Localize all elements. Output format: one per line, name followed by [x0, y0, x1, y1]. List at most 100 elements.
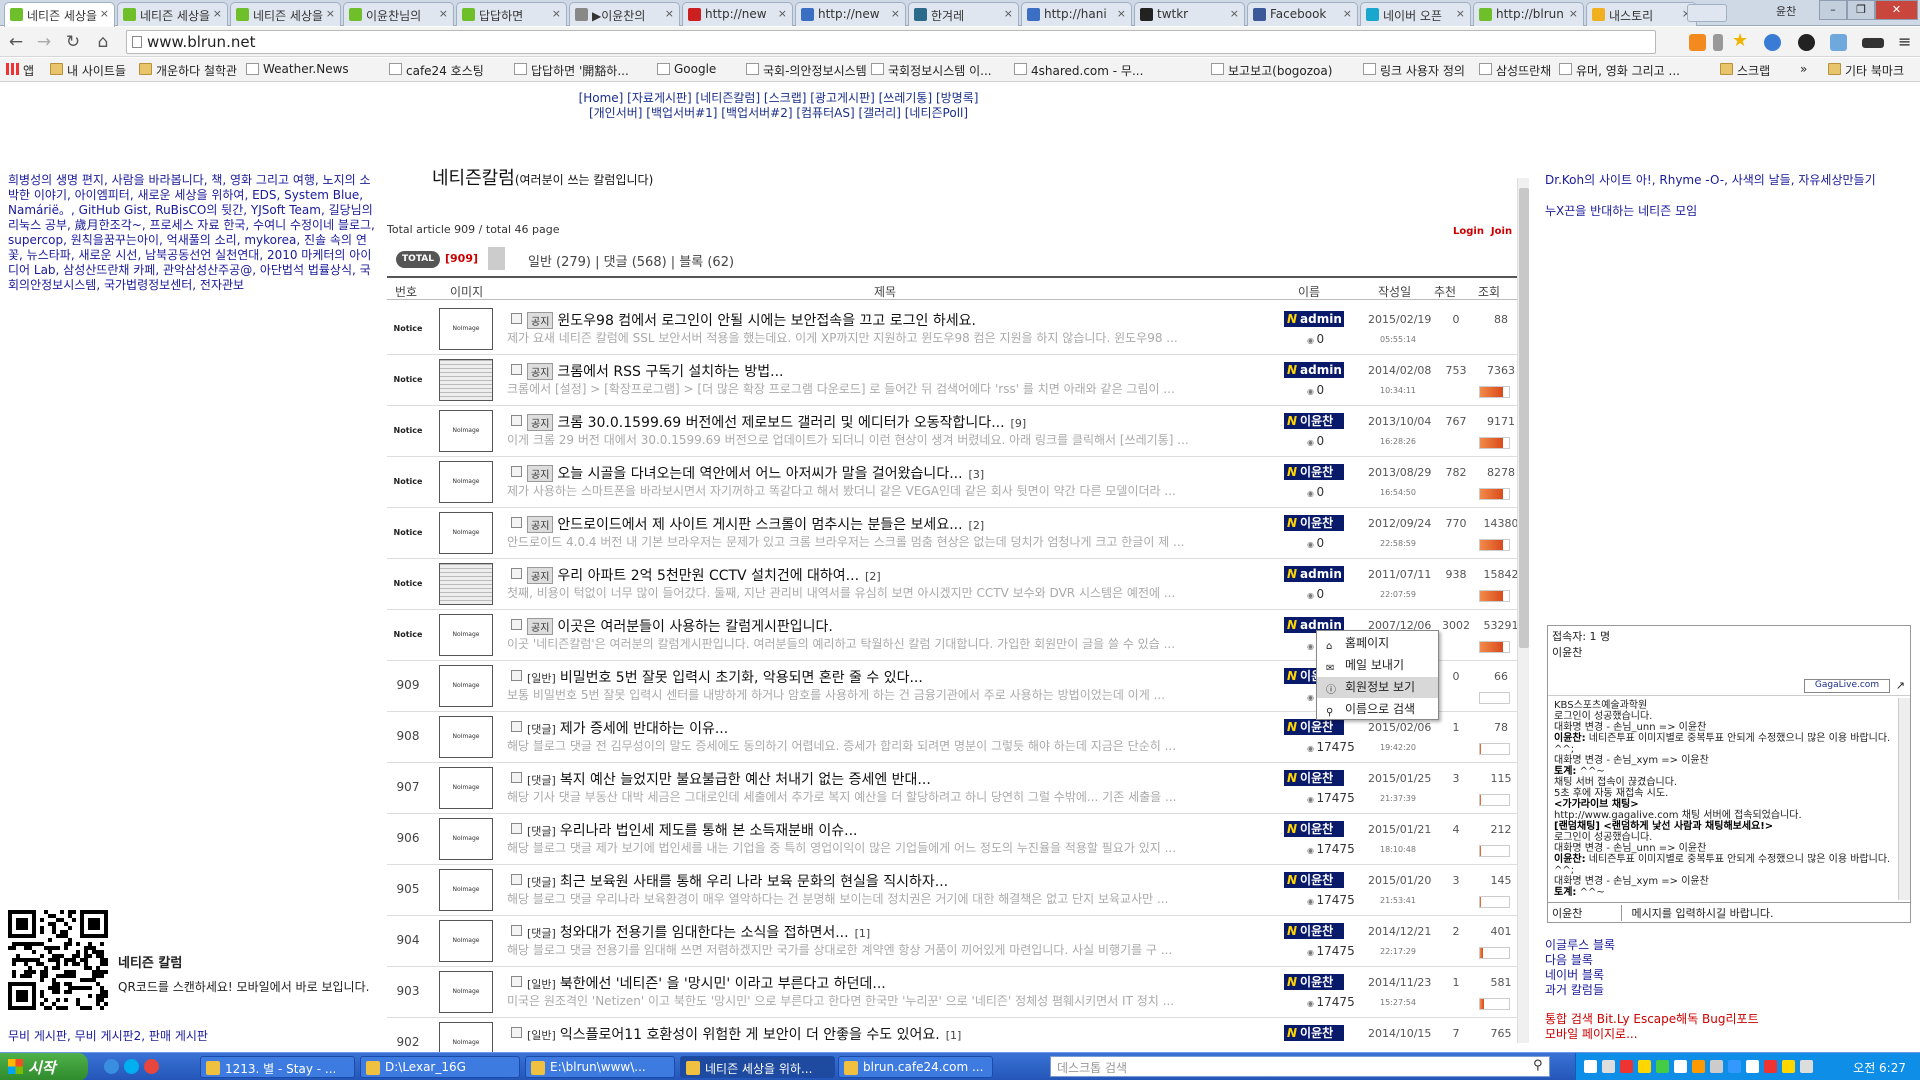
profile-name[interactable]: 윤찬 — [1776, 3, 1796, 19]
tab-close-icon[interactable]: × — [1230, 7, 1239, 20]
row-thumbnail[interactable]: NoImage — [439, 461, 493, 503]
row-author[interactable]: N이윤찬 — [1284, 515, 1344, 531]
row-title[interactable]: 오늘 시골을 다녀오는데 역안에서 어느 아저씨가 말을 걸어왔습니다... — [557, 466, 962, 482]
row-thumbnail[interactable]: NoImage — [439, 410, 493, 452]
row-thumbnail[interactable]: NoImage — [439, 920, 493, 962]
reload-icon[interactable]: ↻ — [62, 31, 84, 53]
row-checkbox[interactable] — [511, 517, 522, 528]
extension-icon[interactable] — [1862, 38, 1884, 48]
bookmark-item[interactable]: 국회-의안정보시스템 — [746, 62, 867, 79]
tab-close-icon[interactable]: × — [1456, 7, 1465, 20]
row-subject[interactable]: 공지 이곳은 여러분들이 사용하는 칼럼게시판입니다. — [527, 616, 833, 636]
table-row[interactable]: 903 NoImage [일반] 북한에선 '네티즌' 을 '망시민' 이라고 부른다… — [387, 967, 1517, 1018]
bookmark-item[interactable]: 삼성뜨란채 — [1479, 62, 1551, 79]
browser-tab[interactable]: 네티즌 세상을 × — [4, 2, 115, 27]
row-thumbnail[interactable]: NoImage — [439, 614, 493, 656]
tab-close-icon[interactable]: × — [439, 7, 448, 20]
tab-close-icon[interactable]: × — [326, 7, 335, 20]
row-author[interactable]: N이윤찬 — [1284, 821, 1344, 837]
bookmark-item[interactable]: » — [1800, 62, 1807, 76]
row-comment-count[interactable]: [1] — [946, 1029, 962, 1042]
table-row[interactable]: Notice NoImage 공지 윈도우98 컴에서 로그인이 안될 시에는 보안접… — [387, 304, 1517, 355]
row-author[interactable]: N이윤찬 — [1284, 719, 1344, 735]
taskbar-item[interactable]: 네티즌 세상을 위하... — [680, 1056, 835, 1078]
row-comment-count[interactable]: [2] — [865, 570, 881, 583]
popout-icon[interactable]: ↗ — [1896, 679, 1905, 692]
row-checkbox[interactable] — [511, 976, 522, 987]
browser-tab[interactable]: http://new × — [795, 2, 906, 26]
row-checkbox[interactable] — [511, 823, 522, 834]
bookmark-item[interactable]: 기타 북마크 — [1828, 62, 1904, 79]
right-links-1[interactable]: Dr.Koh의 사이트 아!, Rhyme -O-, 사색의 날들, 자유세상만… — [1545, 173, 1915, 188]
rss-icon[interactable] — [1689, 34, 1706, 51]
taskbar-item[interactable]: D:\Lexar_16G — [360, 1056, 520, 1078]
row-checkbox[interactable] — [511, 466, 522, 477]
row-thumbnail[interactable] — [439, 359, 493, 401]
back-icon[interactable]: ← — [5, 31, 27, 53]
bookmark-item[interactable]: cafe24 호스팅 — [389, 62, 484, 79]
right-blog-link[interactable]: 다음 블록 — [1545, 953, 1615, 968]
bookmark-item[interactable]: Weather.News — [246, 62, 349, 76]
tray-icon[interactable] — [1764, 1060, 1777, 1073]
tab-close-icon[interactable]: × — [1004, 7, 1013, 20]
row-checkbox[interactable] — [511, 313, 522, 324]
row-author[interactable]: N이윤찬 — [1284, 1025, 1344, 1041]
right-blog-link[interactable]: 이글루스 블록 — [1545, 938, 1615, 953]
table-row[interactable]: Notice NoImage 공지 오늘 시골을 다녀오는데 역안에서 어느 아저씨가… — [387, 457, 1517, 508]
right-search-links[interactable]: 통합 검색 Bit.Ly Escape해독 Bug리포트 모바일 페이지로... — [1545, 1012, 1759, 1042]
row-subject[interactable]: [일반] 북한에선 '네티즌' 을 '망시민' 이라고 부른다고 하던데... — [527, 973, 886, 993]
bookmark-item[interactable]: 앱 — [6, 62, 34, 79]
row-checkbox[interactable] — [511, 721, 522, 732]
chat-input-field[interactable]: 메시지를 입력하시길 바랍니다. — [1626, 907, 1774, 920]
row-subject[interactable]: [댓글] 청와대가 전용기를 임대한다는 소식을 접하면서... [1] — [527, 922, 870, 942]
minimize-button[interactable]: – — [1819, 0, 1847, 20]
right-link-list[interactable]: Dr.Koh의 사이트 아!, Rhyme -O-, 사색의 날들, 자유세상만… — [1545, 173, 1915, 219]
row-title[interactable]: 윈도우98 컴에서 로그인이 안될 시에는 보안접속을 끄고 로그인 하세요. — [557, 313, 976, 329]
top-nav-line-1[interactable]: [Home] [자료게시판] [네티즌칼럼] [스크랩] [광고게시판] [쓰레… — [0, 91, 1557, 106]
row-thumbnail[interactable]: NoImage — [439, 665, 493, 707]
browser-tab[interactable]: Facebook × — [1247, 2, 1358, 26]
tray-icon[interactable] — [1710, 1060, 1723, 1073]
tab-close-icon[interactable]: × — [100, 7, 109, 20]
tray-icon[interactable] — [1800, 1060, 1813, 1073]
row-title[interactable]: 복지 예산 늘었지만 불요불급한 예산 처내기 없는 증세엔 반대... — [560, 772, 931, 788]
row-comment-count[interactable]: [3] — [969, 468, 985, 481]
row-checkbox[interactable] — [511, 925, 522, 936]
forward-icon[interactable]: → — [33, 31, 55, 53]
row-title[interactable]: 익스플로어11 호환성이 위험한 게 보안이 더 안좋을 수도 있어요. — [560, 1027, 940, 1043]
context-menu-item[interactable]: ⚲ 이름으로 검색 — [1317, 699, 1438, 720]
chat-scrollbar[interactable] — [1898, 698, 1910, 900]
table-row[interactable]: 904 NoImage [댓글] 청와대가 전용기를 임대한다는 소식을 접하면서..… — [387, 916, 1517, 967]
right-search-link[interactable]: 모바일 페이지로... — [1545, 1027, 1759, 1042]
row-author[interactable]: Nadmin — [1284, 362, 1344, 378]
browser-tab[interactable]: http://blrun × — [1473, 2, 1584, 26]
left-link-list[interactable]: 희병성의 생명 편지, 사람을 바라봅니다, 책, 영화 그리고 여행, 노지의… — [8, 173, 378, 293]
row-subject[interactable]: [댓글] 최근 보육원 사태를 통해 우리 나라 보육 문화의 현실을 직시하자.… — [527, 871, 948, 891]
bookmark-item[interactable]: 내 사이트들 — [50, 62, 126, 79]
join-link[interactable]: Join — [1491, 226, 1512, 237]
right-blog-link[interactable]: 과거 칼럼들 — [1545, 983, 1615, 998]
tab-close-icon[interactable]: × — [1569, 7, 1578, 20]
row-thumbnail[interactable]: NoImage — [439, 308, 493, 350]
gagalive-button[interactable]: GagaLive.com — [1804, 679, 1890, 693]
table-row[interactable]: Notice 공지 크롬에서 RSS 구독기 설치하는 방법... 크롬에서 [설정]… — [387, 355, 1517, 406]
tray-icon[interactable] — [1656, 1060, 1669, 1073]
row-subject[interactable]: 공지 오늘 시골을 다녀오는데 역안에서 어느 아저씨가 말을 걸어왔습니다...… — [527, 463, 984, 483]
browser-tab[interactable]: 네티즌 세상을 × — [117, 2, 228, 26]
row-author[interactable]: Nadmin — [1284, 566, 1344, 582]
row-title[interactable]: 최근 보육원 사태를 통해 우리 나라 보육 문화의 현실을 직시하자... — [560, 874, 948, 890]
row-author[interactable]: N이윤찬 — [1284, 464, 1344, 480]
close-window-button[interactable]: ✕ — [1875, 0, 1918, 20]
row-comment-count[interactable]: [1] — [855, 927, 871, 940]
chrome-icon[interactable] — [144, 1059, 159, 1074]
tray-icon[interactable] — [1602, 1060, 1615, 1073]
total-badge[interactable]: TOTAL — [396, 251, 440, 268]
page-scrollbar[interactable] — [1517, 178, 1529, 1043]
right-search-link[interactable]: 통합 검색 Bit.Ly Escape해독 Bug리포트 — [1545, 1012, 1759, 1027]
taskbar-item[interactable]: E:\blrun\www\... — [525, 1056, 675, 1078]
home-icon[interactable]: ⌂ — [92, 31, 114, 53]
row-title[interactable]: 제가 증세에 반대하는 이유... — [560, 721, 728, 737]
tab-close-icon[interactable]: × — [552, 7, 561, 20]
row-author[interactable]: N이윤찬 — [1284, 413, 1344, 429]
row-author[interactable]: Nadmin — [1284, 311, 1344, 327]
